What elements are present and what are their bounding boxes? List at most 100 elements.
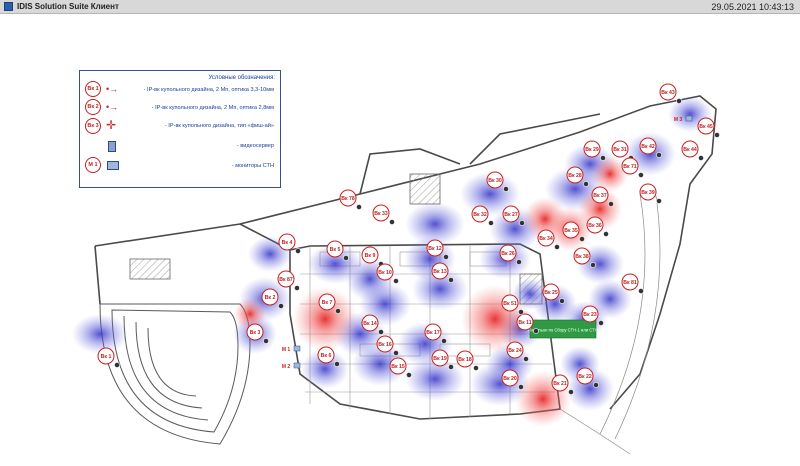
- camera-label: Вк 17: [426, 330, 440, 336]
- monitor-label: М 1: [282, 347, 291, 353]
- camera-dome-icon: [278, 303, 284, 309]
- pavilion-sign: Павильон по Сбору СТН-1 или СТН: [528, 319, 598, 339]
- camera-label: Вк 24: [508, 348, 522, 354]
- camera-label: Вк 14: [363, 321, 377, 327]
- camera-label: Вк 45: [699, 124, 713, 130]
- camera-label: Вк 13: [433, 269, 447, 275]
- legend-item-zoom-camera: - IP-вк купольного дизайна, 2 Мп, оптика…: [143, 87, 274, 93]
- camera-label: Вк 5: [330, 247, 341, 253]
- camera-dome-icon: [393, 278, 399, 284]
- legend-panel: Условные обозначения: Вк 1 •→ - IP-вк ку…: [79, 70, 281, 188]
- camera-dome-icon: [335, 308, 341, 314]
- camera-dome-icon: [600, 155, 606, 161]
- camera-dome-icon: [389, 219, 395, 225]
- camera-label: Вк 44: [683, 147, 697, 153]
- camera-dome-icon: [294, 285, 300, 291]
- monitor-label: М 2: [282, 364, 291, 370]
- camera-dome-icon: [441, 338, 447, 344]
- camera-dome-icon: [378, 329, 384, 335]
- camera-dome-icon: [334, 361, 340, 367]
- camera-dome-icon: [656, 198, 662, 204]
- camera-dome-icon: [406, 372, 412, 378]
- fisheye-camera-icon: ✛: [106, 118, 117, 132]
- camera-dome-icon: [598, 320, 604, 326]
- camera-label: Вк 11: [518, 320, 531, 326]
- floor-plan-view[interactable]: Павильон по Сбору СТН-1 или СТН М 1 М 2 М …: [0, 14, 800, 461]
- camera-label: Вк 20: [503, 376, 517, 382]
- camera-label: Вк 4: [282, 240, 293, 246]
- camera-marker[interactable]: Вк 44: [681, 140, 704, 161]
- zoom-camera-icon: •→: [106, 84, 119, 94]
- camera-dome-icon: [488, 220, 494, 226]
- camera-dome-icon: [554, 244, 560, 250]
- camera-dome-icon: [519, 220, 525, 226]
- camera-dome-icon: [593, 382, 599, 388]
- camera-label: Вк 71: [623, 164, 637, 170]
- legend-item-monitor: - мониторы СТН: [231, 163, 274, 169]
- legend-badge-vk2: Вк 2: [85, 99, 101, 115]
- camera-dome-icon: [523, 356, 529, 362]
- camera-dome-icon: [583, 181, 589, 187]
- monitor-screen-icon: [293, 345, 301, 352]
- camera-dome-icon: [638, 288, 644, 294]
- monitor-marker[interactable]: М 2: [282, 362, 301, 370]
- camera-label: Вк 15: [391, 364, 405, 370]
- camera-label: Вк 7: [322, 300, 333, 306]
- window-titlebar: IDIS Solution Suite Клиент 29.05.2021 10…: [0, 0, 800, 14]
- wide-camera-icon: •→: [106, 102, 119, 112]
- camera-dome-icon: [516, 259, 522, 265]
- camera-label: Вк 10: [378, 270, 392, 276]
- camera-marker[interactable]: Вк 45: [697, 117, 720, 138]
- datetime-display: 29.05.2021 10:43:13: [711, 1, 794, 12]
- camera-dome-icon: [579, 236, 585, 242]
- camera-label: Вк 12: [428, 246, 442, 252]
- camera-dome-icon: [343, 255, 349, 261]
- camera-label: Вк 78: [341, 196, 355, 202]
- camera-dome-icon: [518, 384, 524, 390]
- legend-item-fisheye-camera: - IP-вк купольного дизайна, тип «фиш-ай»: [164, 123, 274, 129]
- camera-label: Вк 33: [374, 211, 388, 217]
- camera-dome-icon: [603, 231, 609, 237]
- camera-label: Вк 29: [585, 147, 599, 153]
- camera-marker[interactable]: Вк 43: [659, 83, 682, 104]
- camera-dome-icon: [656, 152, 662, 158]
- camera-dome-icon: [698, 155, 704, 161]
- camera-label: Вк 27: [504, 212, 518, 218]
- camera-label: Вк 16: [378, 342, 392, 348]
- camera-label: Вк 9: [365, 253, 376, 259]
- monitor-icon: [107, 161, 119, 170]
- camera-label: Вк 31: [613, 147, 627, 153]
- camera-label: Вк 25: [544, 290, 558, 296]
- camera-label: Вк 43: [661, 90, 675, 96]
- legend-badge-m1: М 1: [85, 157, 101, 173]
- camera-dome-icon: [533, 328, 539, 334]
- camera-label: Вк 39: [641, 190, 655, 196]
- camera-label: Вк 37: [593, 193, 607, 199]
- camera-dome-icon: [393, 350, 399, 356]
- camera-dome-icon: [559, 298, 565, 304]
- camera-marker[interactable]: Вк 39: [639, 183, 662, 204]
- camera-label: Вк 35: [564, 228, 578, 234]
- monitor-marker[interactable]: М 1: [282, 345, 301, 353]
- camera-dome-icon: [568, 389, 574, 395]
- camera-label: Вк 2: [265, 295, 276, 301]
- camera-marker[interactable]: Вк 78: [339, 189, 362, 210]
- camera-label: Вк 28: [568, 173, 582, 179]
- legend-item-wide-camera: - IP-вк купольного дизайна, 2 Мп, оптика…: [151, 105, 274, 111]
- camera-label: Вк 34: [539, 236, 553, 242]
- camera-dome-icon: [473, 365, 479, 371]
- legend-item-video-server: - видеосервер: [236, 143, 274, 149]
- camera-label: Вк 87: [279, 277, 293, 283]
- camera-dome-icon: [295, 248, 301, 254]
- camera-label: Вк 32: [473, 212, 487, 218]
- camera-dome-icon: [443, 254, 449, 260]
- camera-dome-icon: [263, 338, 269, 344]
- camera-marker[interactable]: Вк 33: [372, 204, 395, 225]
- camera-dome-icon: [448, 277, 454, 283]
- monitor-label: М 3: [674, 117, 683, 123]
- camera-dome-icon: [518, 309, 524, 315]
- camera-label: Вк 23: [583, 312, 597, 318]
- monitor-screen-icon: [293, 362, 301, 369]
- camera-dome-icon: [638, 172, 644, 178]
- camera-dome-icon: [590, 262, 596, 268]
